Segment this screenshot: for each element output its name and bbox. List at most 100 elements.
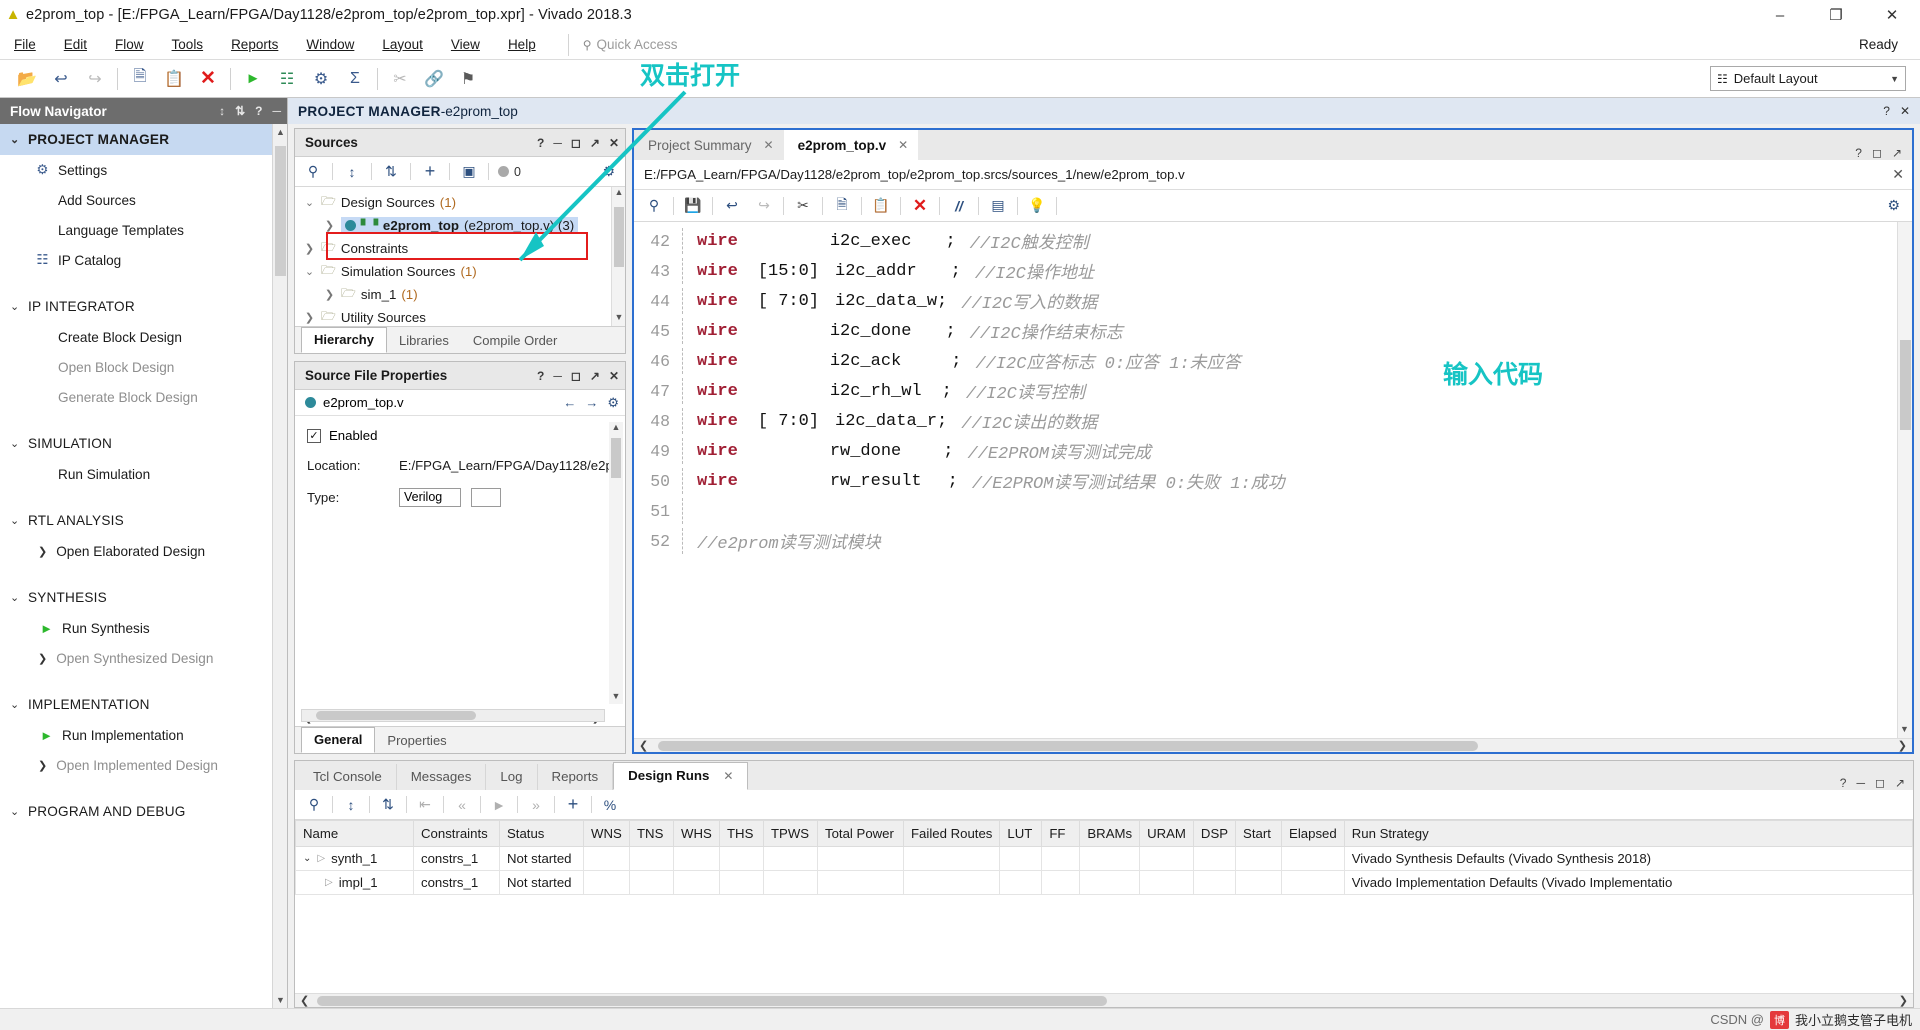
col-start[interactable]: Start — [1235, 820, 1283, 847]
sidebar-item-language-templates[interactable]: Language Templates — [0, 215, 287, 245]
first-run-icon[interactable]: ⇤ — [410, 793, 440, 817]
sidebar-item-run-synthesis[interactable]: ► Run Synthesis — [0, 613, 287, 643]
sidebar-section-simulation[interactable]: ⌄ SIMULATION — [0, 428, 287, 459]
sum-icon[interactable]: Σ — [338, 64, 372, 94]
design-runs-hscrollbar[interactable]: ❮ ❯ — [295, 993, 1913, 1007]
col-elapsed[interactable]: Elapsed — [1281, 820, 1345, 847]
expand-all-icon[interactable]: ⇅ — [373, 793, 403, 817]
menu-flow[interactable]: Flow — [101, 30, 158, 60]
close-tab-icon[interactable]: ✕ — [898, 138, 908, 152]
col-lut[interactable]: LUT — [999, 820, 1043, 847]
col-tns[interactable]: TNS — [629, 820, 674, 847]
indent-icon[interactable]: ▤ — [982, 193, 1014, 218]
col-name[interactable]: Name — [295, 820, 414, 847]
menu-tools[interactable]: Tools — [158, 30, 218, 60]
chevron-down-icon[interactable]: ⌄ — [303, 265, 316, 278]
tree-node-design-sources[interactable]: ⌄ 🗁 Design Sources (1) — [295, 191, 625, 214]
float-icon[interactable]: ↗ — [1892, 146, 1902, 160]
menu-layout[interactable]: Layout — [368, 30, 437, 60]
expand-all-icon[interactable]: ⇅ — [235, 104, 245, 118]
help-icon[interactable]: ? — [537, 136, 544, 150]
help-icon[interactable]: ? — [537, 369, 544, 383]
editor-hscrollbar[interactable]: ❮ ❯ — [634, 738, 1912, 752]
table-row[interactable]: ⌄ ▷ synth_1 constrs_1 Not started Vivado… — [295, 846, 1913, 871]
tab-libraries[interactable]: Libraries — [387, 329, 461, 353]
undo-icon[interactable]: ↩ — [44, 64, 78, 94]
scrollbar-thumb[interactable] — [611, 438, 621, 478]
play-outline-icon[interactable]: ▷ — [325, 877, 333, 888]
scroll-down-icon[interactable]: ▼ — [1897, 724, 1912, 738]
play-outline-icon[interactable]: ▷ — [317, 853, 325, 864]
menu-reports[interactable]: Reports — [217, 30, 292, 60]
link-icon[interactable]: 🔗 — [417, 64, 451, 94]
close-icon[interactable]: ✕ — [609, 369, 619, 383]
next-run-icon[interactable]: » — [521, 793, 551, 817]
close-icon[interactable]: ✕ — [1892, 166, 1904, 183]
tab-general[interactable]: General — [301, 727, 376, 753]
cut-icon[interactable]: ✂ — [383, 64, 417, 94]
editor-settings-gear-icon[interactable]: ⚙ — [1887, 197, 1908, 214]
scroll-up-icon[interactable]: ▲ — [609, 422, 623, 435]
menu-edit[interactable]: Edit — [50, 30, 101, 60]
chevron-right-icon[interactable]: ❯ — [303, 242, 316, 255]
tab-tcl-console[interactable]: Tcl Console — [299, 764, 397, 790]
close-tab-icon[interactable]: ✕ — [723, 769, 733, 783]
sidebar-item-run-implementation[interactable]: ► Run Implementation — [0, 720, 287, 750]
sidebar-item-add-sources[interactable]: Add Sources — [0, 185, 287, 215]
chevron-right-icon[interactable]: ❯ — [323, 219, 336, 232]
report-icon[interactable]: ☷ — [270, 64, 304, 94]
sidebar-section-synthesis[interactable]: ⌄ SYNTHESIS — [0, 582, 287, 613]
layout-selector[interactable]: ☷ Default Layout ▼ — [1710, 66, 1906, 91]
maximize-button[interactable]: ❐ — [1808, 0, 1864, 30]
gear-icon[interactable]: ⚙ — [304, 64, 338, 94]
add-sources-icon[interactable]: + — [416, 160, 444, 184]
minimize-panel-icon[interactable]: ─ — [272, 104, 281, 118]
hint-icon[interactable]: 💡 — [1021, 193, 1053, 218]
sidebar-item-run-simulation[interactable]: Run Simulation — [0, 459, 287, 489]
forward-arrow-icon[interactable]: → — [585, 395, 598, 410]
paste-icon[interactable]: 📋 — [157, 64, 191, 94]
col-whs[interactable]: WHS — [673, 820, 720, 847]
scrollbar-thumb[interactable] — [614, 207, 624, 267]
tab-project-summary[interactable]: Project Summary ✕ — [634, 130, 784, 160]
delete-icon[interactable]: ✕ — [191, 64, 225, 94]
maximize-icon[interactable]: ◻ — [571, 369, 581, 383]
percent-icon[interactable]: % — [595, 793, 625, 817]
tree-node-utility-sources[interactable]: ❯ 🗁 Utility Sources — [295, 306, 625, 326]
close-icon[interactable]: ✕ — [1900, 104, 1910, 118]
chevron-down-icon[interactable]: ⌄ — [303, 853, 311, 864]
copy-icon[interactable]: 🗎 — [826, 193, 858, 218]
maximize-icon[interactable]: ◻ — [1872, 146, 1882, 160]
col-failed-routes[interactable]: Failed Routes — [902, 820, 1001, 847]
chevron-right-icon[interactable]: ❯ — [323, 288, 336, 301]
menu-file[interactable]: File — [0, 30, 50, 60]
float-icon[interactable]: ↗ — [590, 369, 600, 383]
properties-vscrollbar[interactable]: ▲ ▼ — [609, 422, 623, 704]
copy-icon[interactable]: 🗎 — [123, 64, 157, 94]
minimize-icon[interactable]: ─ — [553, 369, 562, 383]
run-icon[interactable]: ► — [484, 793, 514, 817]
scroll-down-icon[interactable]: ▼ — [609, 691, 623, 704]
cut-icon[interactable]: ✂ — [787, 193, 819, 218]
sidebar-section-project-manager[interactable]: ⌄ PROJECT MANAGER — [0, 124, 287, 155]
sidebar-item-open-block-design[interactable]: Open Block Design — [0, 352, 287, 382]
scroll-up-icon[interactable]: ▲ — [612, 187, 625, 201]
tab-log[interactable]: Log — [486, 764, 538, 790]
scroll-up-icon[interactable]: ▲ — [273, 124, 287, 140]
comment-icon[interactable]: // — [943, 193, 975, 218]
paste-icon[interactable]: 📋 — [865, 193, 897, 218]
tab-messages[interactable]: Messages — [397, 764, 487, 790]
find-icon[interactable]: ⚲ — [638, 193, 670, 218]
minimize-icon[interactable]: ─ — [553, 136, 562, 150]
chevron-right-icon[interactable]: ❯ — [303, 311, 316, 324]
table-row[interactable]: ▷ impl_1 constrs_1 Not started Vivado Im… — [295, 870, 1913, 895]
help-doc-icon[interactable]: ▣ — [455, 160, 483, 184]
menu-view[interactable]: View — [437, 30, 494, 60]
tab-properties[interactable]: Properties — [375, 729, 458, 753]
properties-hscrollbar[interactable] — [301, 709, 605, 722]
sidebar-item-settings[interactable]: ⚙ Settings — [0, 155, 287, 185]
back-arrow-icon[interactable]: ← — [563, 395, 576, 410]
scroll-right-icon[interactable]: ❯ — [1898, 739, 1907, 752]
sidebar-section-implementation[interactable]: ⌄ IMPLEMENTATION — [0, 689, 287, 720]
undo-icon[interactable]: ↩ — [716, 193, 748, 218]
